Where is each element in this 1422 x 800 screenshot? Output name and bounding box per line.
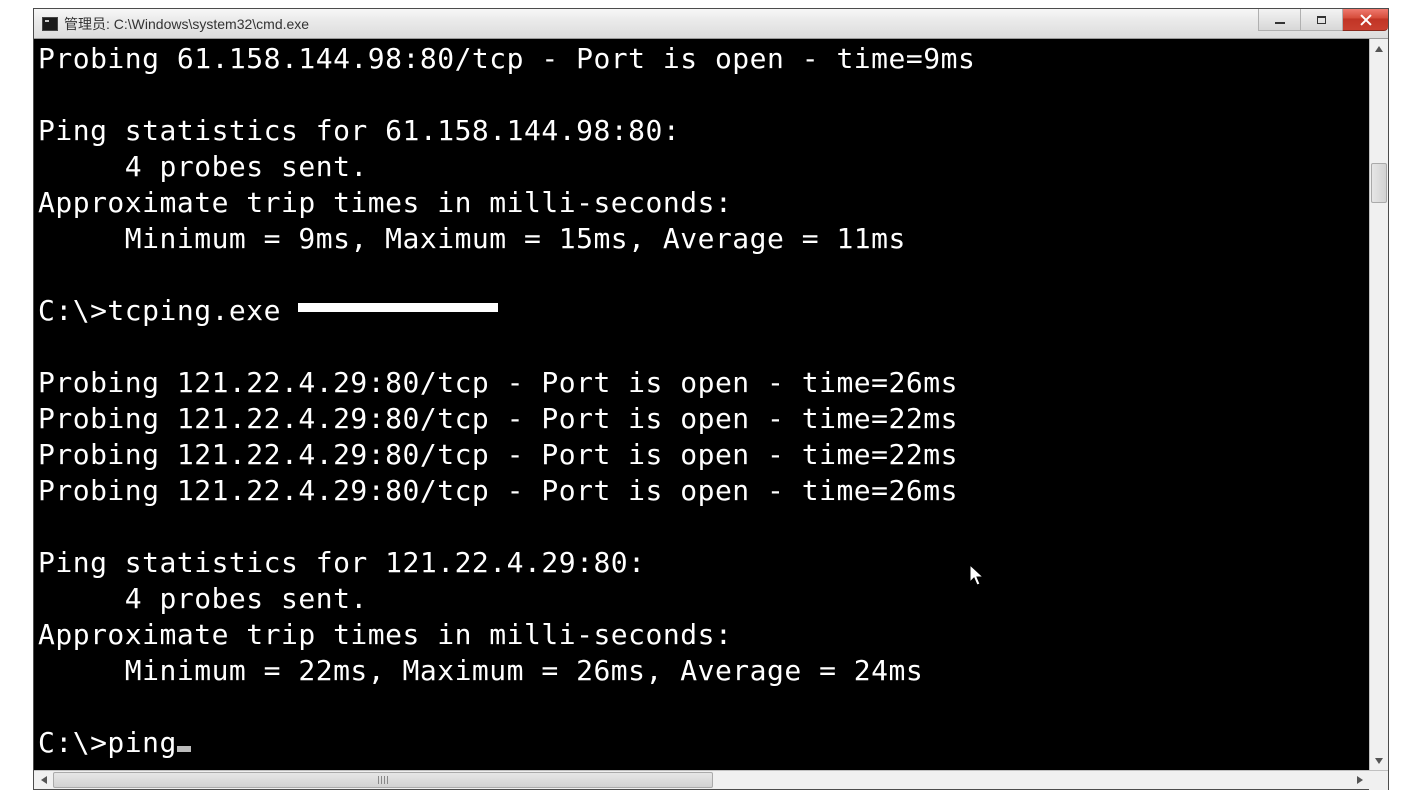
scroll-down-button[interactable] [1370, 751, 1388, 770]
output-line: Approximate trip times in milli-seconds: [38, 186, 732, 219]
scroll-track-horizontal[interactable] [53, 771, 1350, 789]
command-line: C:\>tcping.exe [38, 294, 498, 327]
scroll-track-vertical[interactable] [1370, 58, 1388, 751]
close-button[interactable] [1342, 9, 1388, 31]
maximize-button[interactable] [1300, 9, 1342, 31]
minimize-button[interactable] [1258, 9, 1300, 31]
vertical-scrollbar[interactable] [1369, 39, 1388, 770]
titlebar[interactable]: 管理员: C:\Windows\system32\cmd.exe [34, 9, 1388, 39]
output-line: Probing 61.158.144.98:80/tcp - Port is o… [38, 42, 975, 75]
chevron-down-icon [1375, 758, 1383, 764]
text-cursor [177, 746, 191, 752]
scroll-thumb-horizontal[interactable] [53, 772, 713, 788]
output-line: 4 probes sent. [38, 150, 368, 183]
output-line: Probing 121.22.4.29:80/tcp - Port is ope… [38, 366, 958, 399]
output-line: Ping statistics for 61.158.144.98:80: [38, 114, 680, 147]
chevron-right-icon [1357, 776, 1363, 784]
minimize-icon [1275, 22, 1285, 24]
maximize-icon [1317, 16, 1326, 24]
chevron-left-icon [41, 776, 47, 784]
output-line: Minimum = 9ms, Maximum = 15ms, Average =… [38, 222, 906, 255]
console-body: Probing 61.158.144.98:80/tcp - Port is o… [34, 39, 1388, 770]
window-title: 管理员: C:\Windows\system32\cmd.exe [64, 14, 309, 34]
window-controls [1258, 9, 1388, 31]
scroll-right-button[interactable] [1350, 771, 1369, 790]
chevron-up-icon [1375, 46, 1383, 52]
output-line: Probing 121.22.4.29:80/tcp - Port is ope… [38, 474, 958, 507]
output-line: Probing 121.22.4.29:80/tcp - Port is ope… [38, 402, 958, 435]
output-line: 4 probes sent. [38, 582, 368, 615]
console-output[interactable]: Probing 61.158.144.98:80/tcp - Port is o… [34, 39, 1369, 770]
output-line: Ping statistics for 121.22.4.29:80: [38, 546, 646, 579]
output-line: Minimum = 22ms, Maximum = 26ms, Average … [38, 654, 923, 687]
horizontal-scrollbar[interactable] [34, 770, 1388, 789]
cmd-icon [42, 17, 58, 31]
grip-icon [378, 776, 388, 784]
output-line: Probing 121.22.4.29:80/tcp - Port is ope… [38, 438, 958, 471]
scroll-thumb-vertical[interactable] [1371, 163, 1387, 203]
prompt-line: C:\>ping [38, 726, 191, 759]
scroll-left-button[interactable] [34, 771, 53, 790]
cmd-window: 管理员: C:\Windows\system32\cmd.exe Probing… [33, 8, 1389, 790]
redacted-text [298, 303, 498, 312]
output-line: Approximate trip times in milli-seconds: [38, 618, 732, 651]
close-icon [1359, 13, 1373, 27]
scroll-up-button[interactable] [1370, 39, 1388, 58]
scrollbar-corner [1369, 771, 1388, 790]
